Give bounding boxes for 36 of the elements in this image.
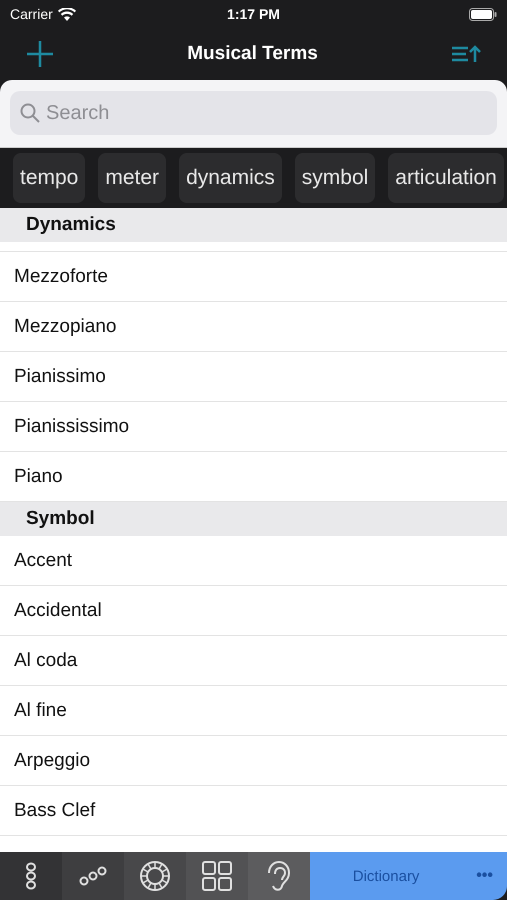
term-row[interactable]: Al coda <box>0 636 507 686</box>
term-row[interactable]: Accidental <box>0 586 507 636</box>
term-row[interactable]: Bass Clef <box>0 786 507 836</box>
battery-icon <box>468 8 497 20</box>
carrier-label: Carrier <box>10 6 53 22</box>
section-header: Dynamics <box>0 208 507 242</box>
tab-button[interactable] <box>124 852 186 900</box>
filter-chip[interactable]: articulation <box>388 153 504 203</box>
tab-button[interactable] <box>248 852 310 900</box>
term-row[interactable]: Pianissimo <box>0 352 507 402</box>
term-row[interactable]: Pianississimo <box>0 402 507 452</box>
search-field[interactable]: Search <box>10 91 497 135</box>
term-row[interactable]: Mezzopiano <box>0 302 507 352</box>
wheel-icon <box>139 860 171 892</box>
tab-button[interactable] <box>186 852 248 900</box>
grid-icon <box>202 861 232 891</box>
tab-button[interactable] <box>0 852 62 900</box>
ear-icon <box>267 860 291 892</box>
rings-icon <box>78 866 108 886</box>
filter-chip[interactable]: dynamics <box>179 153 282 203</box>
filter-chip[interactable]: symbol <box>294 153 376 203</box>
term-row[interactable]: Mezzoforte <box>0 252 507 302</box>
nav-title: Musical Terms <box>187 43 318 65</box>
search-icon <box>20 103 40 123</box>
rings-icon <box>24 862 38 890</box>
term-row[interactable]: Al fine <box>0 686 507 736</box>
section-header: Symbol <box>0 502 507 536</box>
filter-chip[interactable]: tempo <box>13 153 86 203</box>
clock-time: 1:17 PM <box>227 6 280 22</box>
term-row[interactable]: Arpeggio <box>0 736 507 786</box>
tab-button[interactable] <box>62 852 124 900</box>
filter-chip[interactable]: meter <box>98 153 166 203</box>
term-row[interactable]: Accent <box>0 536 507 586</box>
add-button[interactable] <box>26 40 54 68</box>
wifi-icon <box>58 8 76 20</box>
sort-button[interactable] <box>451 44 481 64</box>
